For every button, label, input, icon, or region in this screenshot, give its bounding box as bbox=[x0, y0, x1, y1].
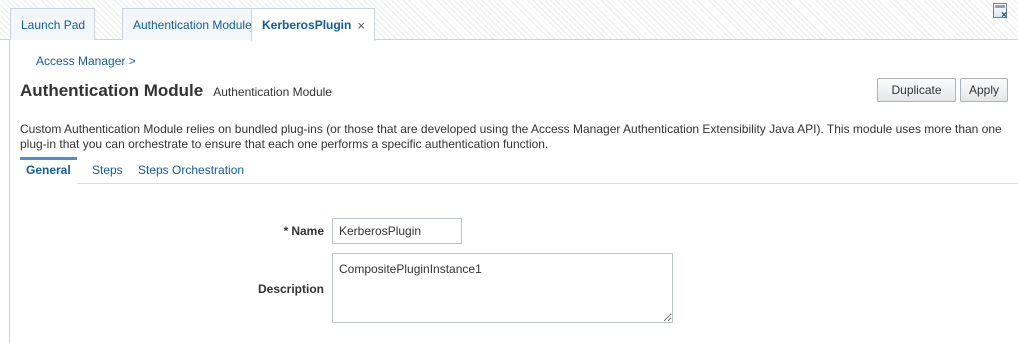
name-label: * Name bbox=[262, 224, 324, 238]
required-marker: * bbox=[283, 224, 289, 238]
description-field[interactable]: CompositePluginInstance1 bbox=[332, 253, 673, 323]
tab-label: KerberosPlugin bbox=[262, 18, 352, 32]
page-title: Authentication Module Authentication Mod… bbox=[20, 81, 332, 101]
page-subtitle: Authentication Module bbox=[213, 85, 332, 99]
breadcrumb[interactable]: Access Manager > bbox=[36, 54, 136, 68]
tab-general[interactable]: General bbox=[20, 157, 77, 185]
detach-window-icon[interactable] bbox=[993, 3, 1007, 21]
description-label: Description bbox=[257, 282, 324, 296]
tab-launch-pad[interactable]: Launch Pad bbox=[10, 8, 96, 40]
tab-steps[interactable]: Steps bbox=[92, 160, 123, 184]
tab-steps-orchestration[interactable]: Steps Orchestration bbox=[138, 160, 244, 184]
apply-button[interactable]: Apply bbox=[960, 78, 1008, 102]
name-field[interactable] bbox=[332, 218, 462, 244]
content-border bbox=[9, 40, 10, 343]
module-description: Custom Authentication Module relies on b… bbox=[20, 122, 1002, 151]
duplicate-button[interactable]: Duplicate bbox=[877, 78, 956, 102]
tab-label: Authentication Modules bbox=[133, 17, 258, 32]
sub-tab-bar: General Steps Steps Orchestration bbox=[20, 157, 1018, 185]
tab-label: Launch Pad bbox=[21, 17, 86, 32]
name-label-text: Name bbox=[291, 224, 324, 238]
close-icon[interactable]: × bbox=[357, 18, 365, 33]
tab-strip: Launch Pad Authentication Modules × Kerb… bbox=[0, 0, 1018, 41]
page-title-text: Authentication Module bbox=[20, 81, 204, 100]
tab-kerberos-plugin[interactable]: KerberosPlugin × bbox=[251, 8, 375, 41]
